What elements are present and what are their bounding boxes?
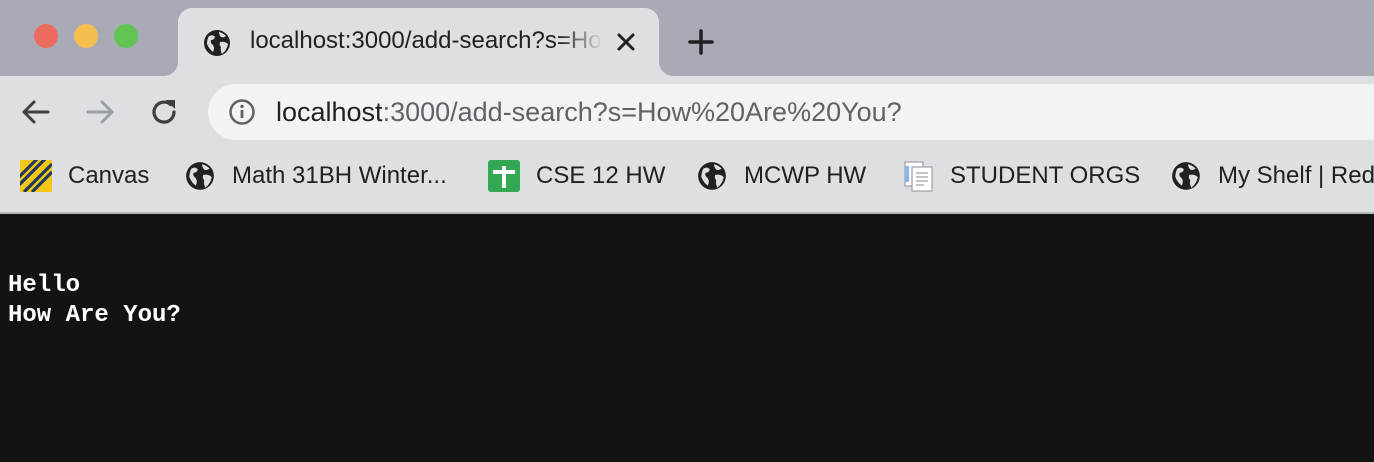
bookmark-label: CSE 12 HW — [536, 162, 666, 189]
browser-window: localhost:3000/add-search?s=How%20Are%20… — [0, 0, 1374, 462]
bookmark-canvas[interactable]: Canvas — [20, 160, 149, 192]
globe-icon — [698, 162, 726, 190]
forward-arrow-icon[interactable] — [82, 94, 118, 130]
url-host: localhost — [276, 97, 383, 127]
globe-icon — [204, 30, 230, 56]
new-tab-icon[interactable] — [686, 27, 716, 57]
bookmark-my-shelf[interactable]: My Shelf | Red — [1170, 160, 1374, 192]
url-text[interactable]: localhost:3000/add-search?s=How%20Are%20… — [276, 97, 902, 128]
output-line: How Are You? — [8, 302, 181, 329]
globe-icon — [186, 162, 214, 190]
page-content: Hello How Are You? — [0, 214, 1374, 462]
globe-icon — [1172, 162, 1200, 190]
reload-icon[interactable] — [146, 94, 182, 130]
address-bar[interactable]: localhost:3000/add-search?s=How%20Are%20… — [208, 84, 1374, 140]
browser-toolbar: localhost:3000/add-search?s=How%20Are%20… — [0, 76, 1374, 148]
bookmark-label: Math 31BH Winter... — [232, 162, 447, 189]
url-path: :3000/add-search?s=How%20Are%20You? — [382, 97, 902, 127]
tab-strip: localhost:3000/add-search?s=How%20Are%20… — [0, 0, 1374, 76]
bookmark-math-31bh[interactable]: Math 31BH Winter... — [184, 160, 447, 192]
zoom-window-button[interactable] — [114, 24, 138, 48]
google-sheets-icon — [488, 160, 520, 192]
close-window-button[interactable] — [34, 24, 58, 48]
bookmark-label: STUDENT ORGS — [950, 162, 1141, 189]
canvas-icon — [20, 160, 52, 192]
bookmark-cse-12-hw[interactable]: CSE 12 HW — [488, 160, 665, 192]
output-line: Hello — [8, 272, 81, 299]
bookmark-label: MCWP HW — [744, 162, 867, 189]
back-arrow-icon[interactable] — [18, 94, 54, 130]
bookmark-student-orgs[interactable]: STUDENT ORGS — [902, 160, 1140, 192]
bookmarks-bar: Canvas Math 31BH Winter... CSE 12 HW MCW… — [0, 148, 1374, 214]
site-info-icon[interactable] — [228, 98, 256, 126]
close-tab-icon[interactable] — [612, 28, 640, 56]
bookmark-mcwp-hw[interactable]: MCWP HW — [696, 160, 866, 192]
bookmark-label: Canvas — [68, 162, 150, 189]
minimize-window-button[interactable] — [74, 24, 98, 48]
bookmark-label: My Shelf | Red — [1218, 162, 1374, 189]
active-tab[interactable]: localhost:3000/add-search?s=How%20Are%20… — [178, 8, 659, 76]
document-icon — [904, 161, 933, 192]
tab-title: localhost:3000/add-search?s=How%20Are%20… — [250, 27, 602, 54]
